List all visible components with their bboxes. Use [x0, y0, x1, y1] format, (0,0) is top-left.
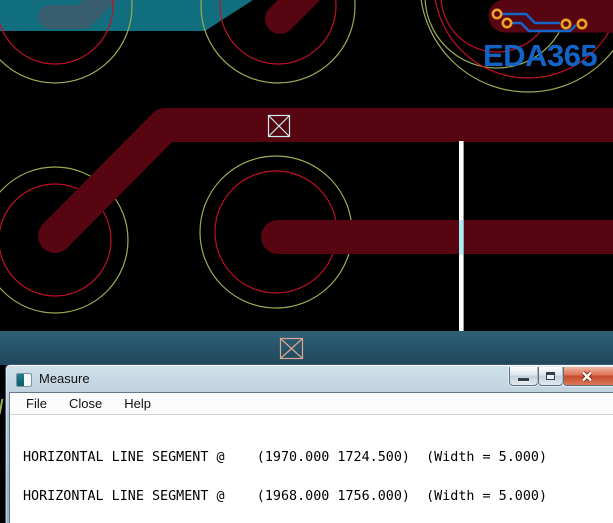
close-icon — [581, 371, 593, 382]
maximize-icon — [546, 372, 555, 380]
console-line: HORIZONTAL LINE SEGMENT @ (1968.000 1756… — [23, 489, 548, 504]
titlebar[interactable]: Measure — [6, 365, 613, 392]
maximize-button[interactable] — [538, 367, 563, 386]
teal-plane-bottom — [0, 331, 613, 365]
window-body: File Close Help HORIZONTAL LINE SEGMENT … — [9, 392, 613, 523]
measure-overlap-segment — [459, 220, 464, 255]
menu-close[interactable]: Close — [62, 394, 109, 413]
minimize-icon — [518, 378, 529, 381]
menubar: File Close Help — [10, 393, 613, 415]
window-title: Measure — [39, 371, 90, 386]
logo-text: EDA365 — [483, 38, 597, 73]
app-icon — [16, 373, 32, 387]
measure-console: HORIZONTAL LINE SEGMENT @ (1970.000 1724… — [10, 415, 613, 523]
menu-file[interactable]: File — [19, 394, 54, 413]
close-button[interactable] — [563, 367, 613, 386]
pcb-canvas[interactable]: EDA365 — [0, 0, 613, 365]
keepout-arc-fragment — [0, 399, 4, 414]
minimize-button[interactable] — [509, 367, 538, 386]
screen: EDA365 Measure File Close Help HORIZONTA… — [0, 0, 613, 523]
console-line: HORIZONTAL LINE SEGMENT @ (1970.000 1724… — [23, 450, 548, 465]
menu-help[interactable]: Help — [117, 394, 158, 413]
measure-window: Measure File Close Help HORIZONTAL LINE … — [5, 364, 613, 523]
